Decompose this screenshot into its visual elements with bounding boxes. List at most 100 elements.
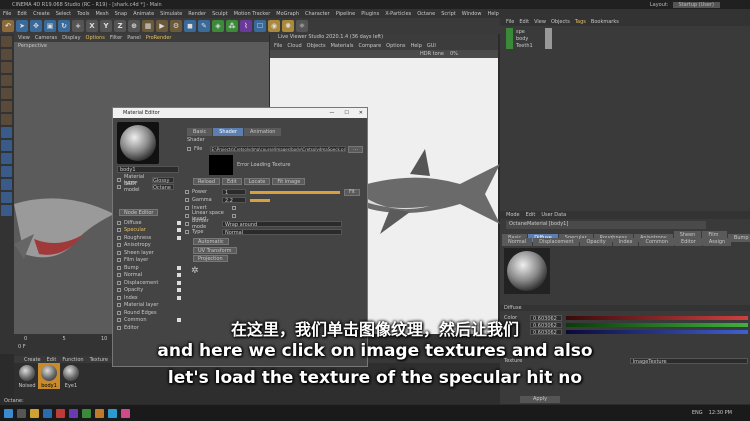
lv-menu-item[interactable]: Compare [358,43,381,49]
locate-button[interactable]: Locate [243,178,271,185]
object-row[interactable]: spe [506,28,744,35]
windows-start-icon[interactable] [4,408,13,418]
lv-menu-item[interactable]: Options [386,43,405,49]
power-field[interactable]: 1 [222,189,246,196]
menu-item[interactable]: Plugins [361,11,379,17]
subdivision-icon[interactable]: ◈ [212,20,224,32]
apply-button[interactable]: Apply [520,396,560,403]
material-name-field[interactable]: body1 [117,166,179,173]
tool-icon[interactable] [1,101,12,112]
menu-item[interactable]: Script [441,11,456,17]
lv-menu-item[interactable]: Cloud [287,43,301,49]
render-settings-icon[interactable]: ⚙ [170,20,182,32]
power-slider[interactable] [250,190,340,194]
render-region-icon[interactable]: ▦ [142,20,154,32]
tool-icon[interactable] [1,140,12,151]
menu-item[interactable]: File [3,11,11,17]
linear-space-checkbox[interactable] [232,214,236,218]
tool-icon[interactable] [1,114,12,125]
menu-item[interactable]: Edit [17,11,27,17]
layout-dropdown[interactable]: Startup (User) [672,1,720,8]
move-icon[interactable]: ✥ [30,20,42,32]
rotate-icon[interactable]: ↻ [58,20,70,32]
clock[interactable]: 12:30 PM [709,410,732,416]
menu-item[interactable]: Select [56,11,71,17]
brdf-dropdown[interactable]: Octane [152,183,174,191]
viewport-menu-item[interactable]: View [18,35,30,41]
attr-menu-item[interactable]: Mode [506,212,520,218]
menu-item[interactable]: Render [188,11,206,17]
menu-item[interactable]: Window [462,11,482,17]
axis-x-button[interactable]: X [86,20,98,32]
viewport-menu-item[interactable]: ProRender [146,35,172,41]
lv-menu-item[interactable]: File [274,43,282,49]
coord-icon[interactable]: ⊕ [128,20,140,32]
gamma-slider[interactable] [250,198,270,202]
material-type-dropdown[interactable]: Glossy [152,176,174,184]
menu-item[interactable]: Mesh [95,11,108,17]
axis-z-button[interactable]: Z [114,20,126,32]
scale-icon[interactable]: ▣ [44,20,56,32]
tool-icon[interactable] [1,127,12,138]
obj-menu-item[interactable]: Edit [519,19,529,25]
obj-menu-item[interactable]: Objects [551,19,570,25]
menu-item[interactable]: X-Particles [385,11,411,17]
maximize-icon[interactable]: ☐ [344,110,348,116]
tab-animation[interactable]: Animation [243,128,282,136]
obj-menu-item[interactable]: View [534,19,546,25]
menu-item[interactable]: Sculpt [212,11,228,17]
tool-icon[interactable] [1,88,12,99]
menu-item[interactable]: Tools [77,11,89,17]
menu-item[interactable]: Character [305,11,330,17]
menu-item[interactable]: Octane [417,11,435,17]
channel-item[interactable]: Sheen layer [117,249,181,257]
gamma-field[interactable]: 2.2 [222,197,246,204]
tool-icon[interactable] [1,179,12,190]
browse-icon[interactable]: … [348,145,364,153]
viewport-menu-item[interactable]: Display [62,35,80,41]
viewport-menu-item[interactable]: Options [86,35,105,41]
lv-menu-item[interactable]: GUI [427,43,436,49]
cinema4d-icon[interactable] [43,408,52,418]
material-tag-icon[interactable] [545,35,553,42]
menu-item[interactable]: Pipeline [336,11,356,17]
tool-icon[interactable] [1,192,12,203]
scene-icon[interactable]: ☐ [254,20,266,32]
close-icon[interactable]: ✕ [359,110,363,116]
material-tag-icon[interactable] [544,42,552,49]
material-tag-icon[interactable] [544,28,552,35]
attr-tab[interactable]: Index [612,238,639,246]
channel-item[interactable]: Normal [117,272,181,280]
attr-tab[interactable]: Normal [502,238,533,246]
obj-menu-item[interactable]: File [506,19,514,25]
menu-item[interactable]: Simulate [160,11,182,17]
channel-item[interactable]: Film layer [117,257,181,265]
pen-icon[interactable]: ✎ [198,20,210,32]
undo-icon[interactable]: ↶ [2,20,14,32]
octane-icon[interactable]: ⚛ [296,20,308,32]
object-row[interactable]: Teeth1 [506,42,744,49]
app-icon[interactable] [82,408,91,418]
menu-item[interactable]: Motion Tracker [234,11,271,17]
hdr-tone-dropdown[interactable]: HDR tone [420,51,444,57]
tool-icon[interactable] [1,75,12,86]
tool-icon[interactable] [1,49,12,60]
fit-button[interactable]: Fit [344,188,360,196]
attr-menu-item[interactable]: User Data [541,212,566,218]
edit-button[interactable]: Edit [222,178,242,185]
tool-icon[interactable] [1,62,12,73]
language-indicator[interactable]: ENG [692,410,703,416]
add-icon[interactable]: + [72,20,84,32]
menu-item[interactable]: MoGraph [276,11,299,17]
channel-item[interactable]: Material layer [117,302,181,310]
attr-tab[interactable]: Editor [675,238,702,246]
obj-menu-item[interactable]: Bookmarks [591,19,619,25]
app-icon[interactable] [121,408,130,418]
attr-tab[interactable]: Common [639,238,674,246]
attr-tab[interactable]: Opacity [580,238,612,246]
invert-checkbox[interactable] [232,206,236,210]
channel-item[interactable]: Index [117,294,181,302]
menu-item[interactable]: Animate [133,11,154,17]
type-dropdown[interactable]: Normal [222,229,342,236]
viewport-menu-item[interactable]: Cameras [35,35,57,41]
